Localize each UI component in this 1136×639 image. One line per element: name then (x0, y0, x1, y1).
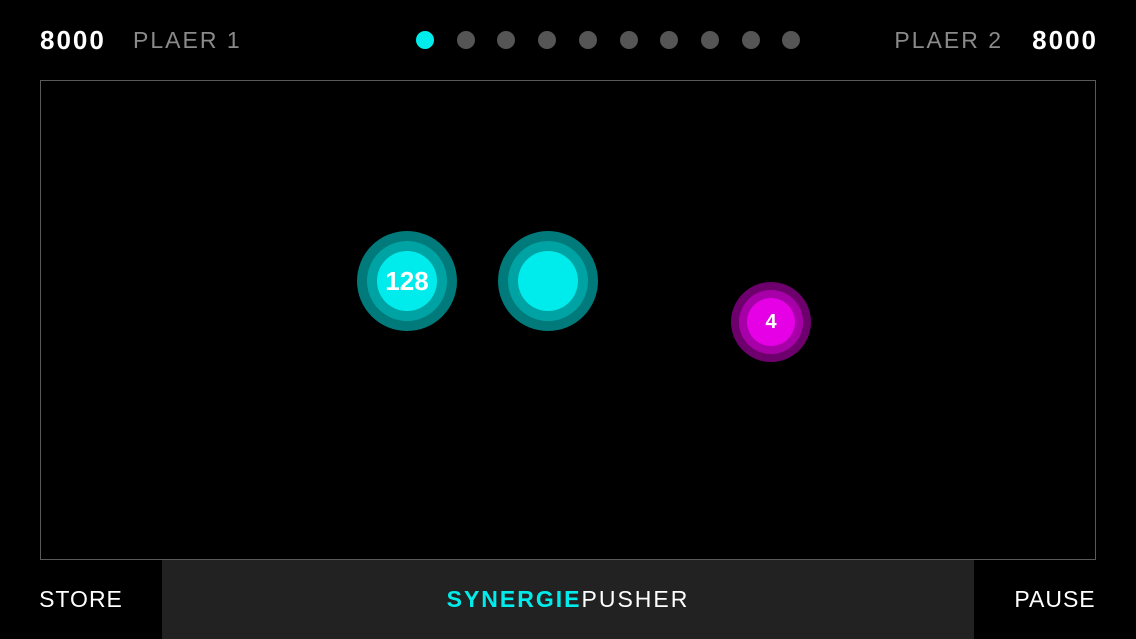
round-dot (660, 31, 678, 49)
round-dot-active (416, 31, 434, 49)
player1-name: PLAER 1 (133, 27, 242, 53)
title-pusher: PUSHER (581, 586, 690, 612)
round-indicator (416, 31, 800, 49)
store-button[interactable]: STORE (0, 560, 162, 639)
round-dot (620, 31, 638, 49)
round-dot (782, 31, 800, 49)
player2-name: PLAER 2 (894, 27, 1003, 53)
round-dot (497, 31, 515, 49)
round-dot (701, 31, 719, 49)
cyan-disc[interactable] (498, 231, 598, 331)
bottom-bar: STORE SYNERGIE PUSHER PAUSE (0, 560, 1136, 639)
round-dot (579, 31, 597, 49)
title-synergie: SYNERGIE (446, 586, 582, 612)
round-dot (538, 31, 556, 49)
magenta-disc-4[interactable]: 4 (731, 282, 811, 362)
disc-value: 4 (765, 310, 777, 333)
game-board[interactable]: 128 4 (40, 80, 1096, 560)
cyan-disc-128[interactable]: 128 (357, 231, 457, 331)
round-dot (742, 31, 760, 49)
disc-core (518, 251, 578, 311)
pause-button[interactable]: PAUSE (974, 560, 1136, 639)
player2-score: 8000 (1032, 25, 1098, 55)
game-screen: 8000 PLAER 1 PLAER 2 8000 128 4 STORE SY… (0, 0, 1136, 639)
round-dot (457, 31, 475, 49)
game-title: SYNERGIE PUSHER (162, 560, 974, 639)
disc-value: 128 (385, 265, 429, 296)
player1-score: 8000 (40, 25, 106, 55)
